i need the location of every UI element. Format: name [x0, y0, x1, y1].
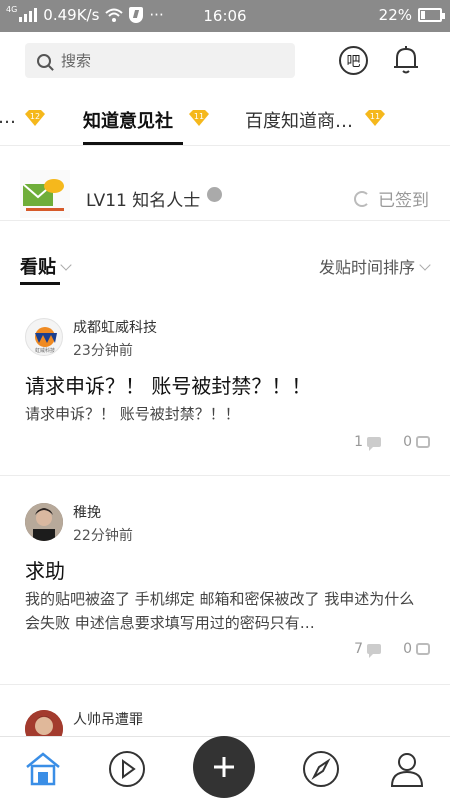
top-bar: 搜索 吧 — [0, 32, 450, 90]
play-icon[interactable] — [107, 749, 147, 789]
tab-active-indicator — [83, 142, 183, 145]
forum-level-row: LV11 知名人士 已签到 — [0, 168, 450, 221]
user-photo-icon — [25, 503, 63, 541]
comment-count[interactable]: 1 — [354, 434, 382, 451]
battery-fill — [421, 11, 425, 19]
svg-text:11: 11 — [194, 112, 204, 121]
post-author[interactable]: 人帅吊遭罪 — [73, 709, 143, 729]
post-stats: 1 0 — [354, 434, 430, 451]
view-underline — [20, 282, 60, 285]
post-author[interactable]: 成都虹威科技 — [73, 317, 157, 337]
tab-badge-1: 12 — [25, 110, 45, 126]
plus-icon — [214, 757, 234, 777]
level-text: LV11 知名人士 — [86, 191, 201, 211]
chevron-down-icon — [60, 259, 72, 271]
search-icon — [37, 53, 51, 68]
bell-icon[interactable] — [393, 45, 419, 75]
forum-logo[interactable] — [20, 170, 70, 218]
svg-text:虹威科技: 虹威科技 — [35, 347, 55, 354]
like-number: 0 — [403, 641, 412, 657]
tab-forum-2[interactable]: 知道意见社 — [83, 107, 173, 133]
comment-number: 7 — [354, 641, 364, 657]
post-author[interactable]: 稚挽 — [73, 502, 101, 522]
bottom-nav — [0, 736, 450, 800]
ba-button[interactable]: 吧 — [339, 46, 368, 75]
tab-forum-3[interactable]: 百度知道商… — [245, 107, 353, 133]
view-label: 看贴 — [20, 257, 56, 278]
svg-text:11: 11 — [370, 112, 380, 121]
like-icon — [416, 643, 430, 655]
like-number: 0 — [403, 434, 412, 450]
tab-badge-2: 11 — [189, 110, 209, 126]
post-title[interactable]: 求助 — [25, 555, 65, 584]
search-input[interactable]: 搜索 — [25, 43, 295, 78]
avatar[interactable]: 虹威科技 — [25, 318, 63, 356]
like-count[interactable]: 0 — [403, 641, 430, 657]
status-right: 22% — [378, 6, 445, 24]
avatar[interactable] — [25, 503, 63, 541]
post-title[interactable]: 请求申诉？！ 账号被封禁？！！ — [25, 370, 311, 399]
tab-badge-3: 11 — [365, 110, 385, 126]
battery-icon — [418, 8, 445, 22]
comment-icon — [367, 437, 382, 451]
post-time: 23分钟前 — [73, 343, 133, 359]
list-item[interactable]: 人帅吊遭罪 — [0, 709, 450, 748]
sort-label: 发贴时间排序 — [318, 258, 415, 277]
status-bar: 4G 0.49K/s ··· 16:06 22% — [0, 0, 450, 32]
post-stats: 7 0 — [354, 641, 430, 658]
chevron-down-icon — [419, 259, 431, 271]
search-placeholder: 搜索 — [61, 52, 92, 70]
company-logo-icon: 虹威科技 — [35, 327, 57, 354]
level-info-icon[interactable] — [207, 187, 222, 202]
like-icon — [416, 436, 430, 448]
view-filter[interactable]: 看贴 — [20, 253, 72, 279]
tab-forum-1[interactable]: … — [0, 107, 16, 128]
forum-tabs: … 12 知道意见社 11 百度知道商… 11 — [0, 90, 450, 146]
comment-number: 1 — [354, 434, 364, 450]
view-sort-row: 看贴 发贴时间排序 — [0, 245, 450, 285]
sort-dropdown[interactable]: 发贴时间排序 — [318, 254, 431, 278]
create-post-button[interactable] — [193, 736, 255, 798]
comment-icon — [367, 644, 382, 658]
battery-percent: 22% — [378, 6, 412, 24]
like-count[interactable]: 0 — [403, 434, 430, 450]
home-icon[interactable] — [23, 749, 63, 789]
post-body[interactable]: 请求申诉？！ 账号被封禁？！！ — [25, 402, 425, 426]
signed-label: 已签到 — [378, 191, 429, 211]
post-body[interactable]: 我的贴吧被盗了 手机绑定 邮箱和密保被改了 我申述为什么会失败 申述信息要求填写… — [25, 587, 425, 635]
comment-count[interactable]: 7 — [354, 641, 382, 658]
list-item[interactable]: 稚挽 22分钟前 求助 我的贴吧被盗了 手机绑定 邮箱和密保被改了 我申述为什么… — [0, 503, 450, 685]
post-time: 22分钟前 — [73, 528, 133, 544]
profile-icon[interactable] — [387, 749, 427, 789]
refresh-icon — [354, 190, 370, 207]
compass-icon[interactable] — [301, 749, 341, 789]
signed-status[interactable]: 已签到 — [354, 186, 429, 211]
list-item[interactable]: 虹威科技 成都虹威科技 23分钟前 请求申诉？！ 账号被封禁？！！ 请求申诉？！… — [0, 318, 450, 476]
svg-text:12: 12 — [30, 112, 40, 121]
